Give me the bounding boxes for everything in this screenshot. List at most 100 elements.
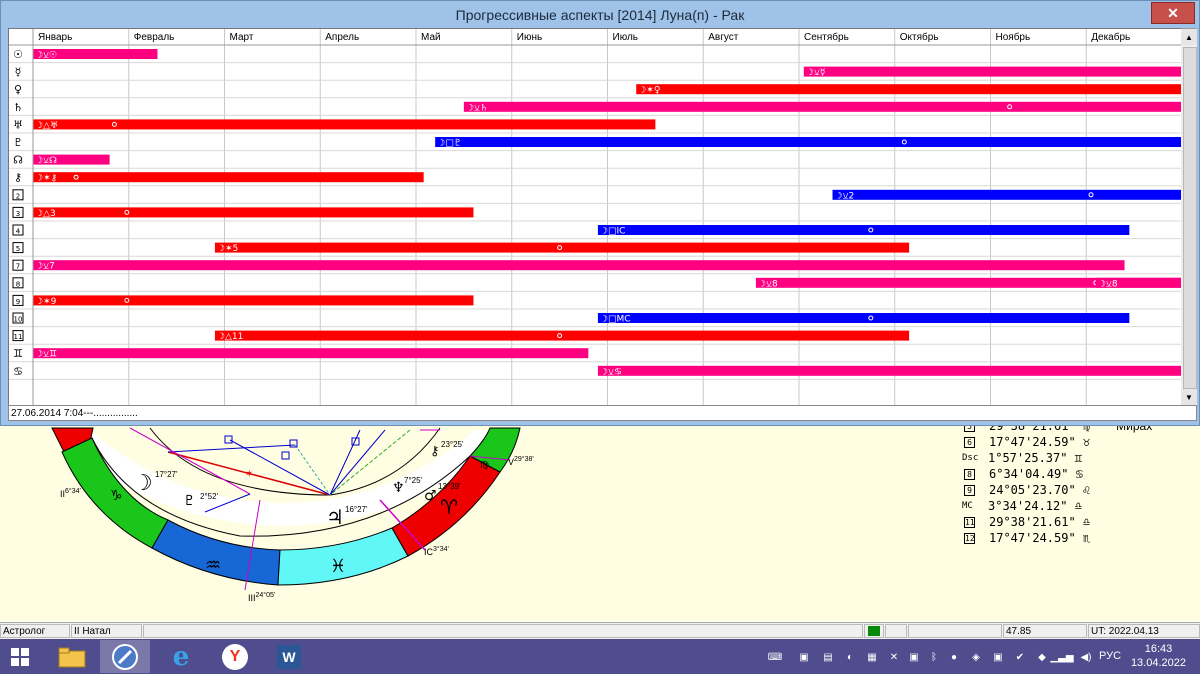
svg-text:♓: ♓ — [330, 556, 346, 577]
position-row: 9 24°05'23.70" ♌ — [962, 482, 1192, 498]
progressive-aspects-window: Прогрессивные аспекты [2014] Луна(п) - Р… — [0, 0, 1200, 426]
signal-icon[interactable]: ▁▃▅ — [1050, 649, 1073, 665]
folder-icon — [58, 647, 86, 667]
tray-icon-7[interactable]: ● — [946, 649, 962, 665]
tray-icon-6[interactable]: ▣ — [906, 649, 922, 665]
uranus-icon: ♅ — [13, 118, 23, 131]
aspect-bar — [636, 84, 1182, 95]
language-indicator[interactable]: РУС — [1099, 650, 1121, 662]
word-icon: W — [277, 644, 301, 669]
neptune-degree: 7°25' — [404, 476, 423, 485]
svg-text:♆: ♆ — [392, 480, 405, 496]
aspect-bar-label: ☽□IC — [600, 227, 626, 237]
month-header: Сентябрь — [804, 31, 849, 43]
tray-icon-5[interactable]: ✕ — [886, 649, 902, 665]
tray-icon-2[interactable]: ▤ — [820, 649, 836, 665]
tray-icon-4[interactable]: ▦ — [864, 649, 880, 665]
start-button[interactable] — [0, 640, 40, 673]
position-row: 12 17°47'24.59" ♏ — [962, 530, 1192, 546]
aspect-bar-label: ☽⚺2 — [835, 191, 855, 201]
close-button[interactable]: ✕ — [1151, 2, 1195, 24]
house2-label: II6°34' — [60, 488, 81, 499]
aspect-bar-label: ☽⚺7 — [35, 262, 55, 272]
month-header: Октябрь — [900, 31, 939, 43]
tray-icon-3[interactable]: ◐ — [842, 649, 858, 665]
taskbar-yandex-browser[interactable]: Y — [210, 640, 260, 673]
tray-icon-9[interactable]: ▣ — [990, 649, 1006, 665]
position-row: 8 6°34'04.49" ♋ — [962, 466, 1192, 482]
bluetooth-icon[interactable]: ᛒ — [926, 649, 942, 665]
position-label: Dsc — [962, 453, 979, 463]
astrologer-app-icon — [112, 643, 138, 670]
vertical-scrollbar[interactable]: ▲ ▼ — [1181, 28, 1197, 405]
svg-text:✶: ✶ — [245, 469, 253, 480]
status-indicator — [864, 624, 884, 638]
node-icon: ☊ — [13, 154, 23, 167]
moon-degree: 17°27' — [155, 470, 178, 479]
clock[interactable]: 16:43 13.04.2022 — [1131, 642, 1186, 670]
aspect-bar — [597, 313, 1130, 323]
window-titlebar[interactable]: Прогрессивные аспекты [2014] Луна(п) - Р… — [1, 1, 1199, 28]
svg-text:⚷: ⚷ — [430, 444, 440, 459]
svg-text:♒: ♒ — [205, 555, 221, 576]
gemini-icon: ♊ — [13, 347, 23, 360]
month-header: Март — [230, 32, 254, 43]
aspect-bar-label: ☽⚺☿ — [806, 68, 826, 78]
aspects-grid: Январь Февраль Март Апрель Май Июнь Июль Август… — [8, 28, 1183, 406]
svg-text:♍: ♍ — [480, 460, 489, 471]
tray-icon-10[interactable]: ◆ — [1034, 649, 1050, 665]
status-value: 47.85 — [1003, 624, 1087, 638]
aspect-bar-label: ☽⚺♊ — [35, 350, 57, 360]
green-indicator-icon — [868, 626, 880, 636]
aspect-bar-label: ☽△♅ — [35, 121, 58, 131]
shield-icon[interactable]: ✔ — [1012, 649, 1028, 665]
taskbar-internet-explorer[interactable]: e — [156, 640, 206, 673]
row-symbol: 9 — [16, 298, 20, 306]
position-value: 17°47'24.59" ♉ — [989, 435, 1091, 449]
pluto-icon: ♇ — [13, 136, 23, 149]
tray-icon-8[interactable]: ◈ — [968, 649, 984, 665]
keyboard-icon[interactable]: ⌨ — [762, 649, 788, 665]
month-header: Июль — [613, 32, 639, 43]
row-symbol: 10 — [14, 316, 23, 324]
row-symbol: 5 — [16, 245, 20, 253]
taskbar-word[interactable]: W — [264, 640, 314, 673]
month-header: Ноябрь — [996, 31, 1031, 43]
position-value: 17°47'24.59" ♏ — [989, 531, 1091, 545]
house5-label: V29°38' — [508, 456, 534, 467]
window-title: Прогрессивные аспекты [2014] Луна(п) - Р… — [455, 7, 745, 23]
scroll-thumb[interactable] — [1183, 47, 1197, 389]
svg-text:♂: ♂ — [424, 488, 437, 504]
position-label: 8 — [964, 469, 975, 480]
aspect-bar-label: ☽△11 — [217, 332, 243, 342]
status-cell — [885, 624, 907, 638]
taskbar-astrologer-app[interactable] — [100, 640, 150, 673]
cancer-icon: ♋ — [13, 365, 23, 378]
tray-icon-1[interactable]: ▣ — [796, 649, 812, 665]
row-symbol: 2 — [16, 192, 20, 200]
svg-text:♇: ♇ — [183, 493, 196, 509]
position-row: 6 17°47'24.59" ♉ — [962, 434, 1192, 450]
scroll-up-button[interactable]: ▲ — [1181, 29, 1197, 45]
position-value: 3°34'24.12" ♎ — [988, 499, 1082, 513]
month-header: Апрель — [325, 32, 359, 43]
aspect-bar — [33, 295, 474, 306]
position-value: 29°38'21.61" ♎ — [989, 515, 1091, 529]
mercury-icon: ☿ — [15, 66, 22, 79]
position-label: 11 — [964, 517, 975, 528]
aspect-bar — [435, 137, 1182, 147]
volume-icon[interactable]: ◀) — [1078, 649, 1094, 665]
status-empty — [143, 624, 863, 638]
month-header: Август — [708, 32, 739, 43]
svg-text:♈: ♈ — [440, 495, 458, 519]
position-row: Dsc 1°57'25.37" ♊ — [962, 450, 1192, 466]
aspect-bar — [597, 365, 1182, 376]
row-symbol: 8 — [16, 280, 20, 288]
taskbar-file-explorer[interactable] — [47, 640, 97, 673]
position-row: MC 3°34'24.12" ♎ — [962, 498, 1192, 514]
windows-taskbar: e Y W ⌨ ▣ ▤ ◐ ▦ ✕ ▣ ᛒ ● ◈ ▣ ✔ ◆ ▁▃▅ ◀) Р… — [0, 639, 1200, 674]
scroll-down-button[interactable]: ▼ — [1181, 389, 1197, 405]
month-header: Июнь — [517, 32, 542, 43]
position-row: 11 29°38'21.61" ♎ — [962, 514, 1192, 530]
ie-icon: e — [172, 641, 190, 672]
